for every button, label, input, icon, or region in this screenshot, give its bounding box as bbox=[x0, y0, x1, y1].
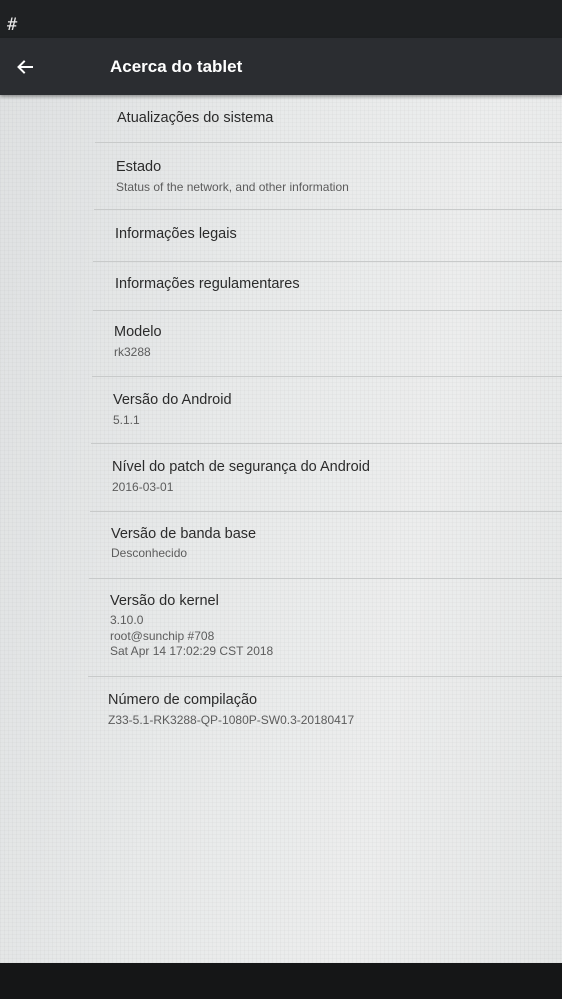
list-item-status[interactable]: Estado Status of the network, and other … bbox=[0, 143, 562, 209]
item-title: Informações regulamentares bbox=[115, 276, 300, 292]
item-subtitle: rk3288 bbox=[114, 345, 151, 359]
list-item-build-number[interactable]: Número de compilação Z33-5.1-RK3288-QP-1… bbox=[0, 677, 562, 743]
notification-hash-icon: # bbox=[7, 15, 18, 35]
item-title: Versão do Android bbox=[113, 392, 232, 408]
list-item-baseband-version[interactable]: Versão de banda base Desconhecido bbox=[0, 512, 562, 578]
item-subtitle: Z33-5.1-RK3288-QP-1080P-SW0.3-20180417 bbox=[108, 713, 355, 727]
item-title: Modelo bbox=[114, 324, 162, 340]
item-title: Atualizações do sistema bbox=[117, 110, 274, 126]
item-title: Versão de banda base bbox=[111, 526, 257, 542]
kernel-build-host-line: root@sunchip #708 bbox=[110, 629, 215, 643]
app-bar: Acerca do tablet bbox=[0, 38, 562, 95]
list-item-kernel-version[interactable]: Versão do kernel 3.10.0 root@sunchip #70… bbox=[0, 579, 562, 676]
item-subtitle: 5.1.1 bbox=[113, 413, 140, 427]
item-subtitle: 2016-03-01 bbox=[112, 480, 174, 494]
item-title: Informações legais bbox=[115, 226, 237, 242]
list-item-system-updates[interactable]: Atualizações do sistema bbox=[0, 95, 562, 142]
kernel-version-line: 3.10.0 bbox=[110, 613, 144, 627]
back-button[interactable] bbox=[8, 50, 42, 84]
list-item-android-version[interactable]: Versão do Android 5.1.1 bbox=[0, 377, 562, 443]
list-item-regulatory-info[interactable]: Informações regulamentares bbox=[0, 262, 562, 310]
settings-list[interactable]: Atualizações do sistema Estado Status of… bbox=[0, 95, 562, 963]
item-subtitle: Desconhecido bbox=[111, 546, 188, 560]
status-bar: # bbox=[0, 0, 562, 38]
item-subtitle: Status of the network, and other informa… bbox=[116, 180, 349, 194]
item-title: Número de compilação bbox=[108, 692, 258, 708]
item-title: Versão do kernel bbox=[110, 593, 219, 609]
list-item-security-patch-level[interactable]: Nível do patch de segurança do Android 2… bbox=[0, 444, 562, 510]
list-item-legal-info[interactable]: Informações legais bbox=[0, 210, 562, 260]
back-arrow-icon bbox=[17, 60, 33, 74]
item-title: Estado bbox=[116, 159, 162, 175]
page-title: Acerca do tablet bbox=[110, 57, 243, 76]
navigation-bar bbox=[0, 963, 562, 999]
item-title: Nível do patch de segurança do Android bbox=[112, 459, 370, 475]
list-item-model[interactable]: Modelo rk3288 bbox=[0, 311, 562, 376]
kernel-build-date-line: Sat Apr 14 17:02:29 CST 2018 bbox=[110, 644, 274, 658]
